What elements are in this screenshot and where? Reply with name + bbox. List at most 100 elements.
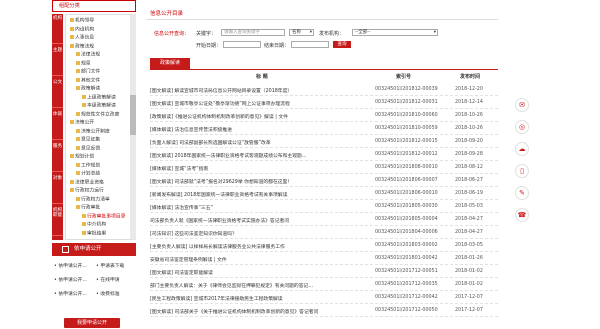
row-title[interactable]: [图文解读] 司法部关于《关于推进公证机构体制机制改革创新的意见》答记者问 xyxy=(150,308,372,315)
left-sidebar: 组配分类 机构 主题 公文 体裁 服务 对象 机构职能 机构领导 内设机构 人事信息 政策法规 法律… xyxy=(52,0,136,329)
tree-node[interactable]: 行政审批 xyxy=(76,205,100,211)
chat-icon[interactable]: ✎ xyxy=(515,186,529,200)
apply-button[interactable]: 我要申请公开 xyxy=(64,318,120,328)
search-button[interactable]: 查询 xyxy=(333,41,351,48)
row-title[interactable]: [图文解读] 宣城市敬亭公证处“敬亭渐功德”网上公证事项办理流程 xyxy=(150,100,372,107)
row-title[interactable]: [媒体解读] 法治宣传事“三五” xyxy=(150,204,372,211)
vtab-0[interactable]: 机构 xyxy=(52,14,63,44)
row-title[interactable]: [司法知识] 这些司法鉴定知识你知道吗？ xyxy=(150,230,372,237)
vtab-5[interactable]: 对象 xyxy=(52,174,63,204)
tree-node[interactable]: 法律职业资格 xyxy=(70,179,104,186)
table-row[interactable]: 部门主要负责人解读：关于《律师会见监狱在押罪犯规定》有关问题的答记… 003245… xyxy=(150,279,498,291)
tree-node[interactable]: 工作规划 xyxy=(76,162,100,169)
apply-link[interactable]: • 在线申请 xyxy=(96,276,120,286)
tree-node[interactable]: 内设机构 xyxy=(70,26,94,33)
row-title[interactable]: [图文解读] 解读宣城市司法局信息公开网站目录设置（2018年度） xyxy=(150,87,372,94)
tree-node[interactable]: 决策公开制度 xyxy=(76,128,110,135)
tree-node[interactable]: 法律法规 xyxy=(76,52,100,58)
end-date-input[interactable] xyxy=(291,41,329,48)
table-row[interactable]: [民生工程政策解读] 宣城市2017年法律援助民生工程政策解读 00324501l… xyxy=(150,292,498,304)
row-title[interactable]: 安徽省司法鉴定管理条例解读 | 文件 xyxy=(150,256,372,263)
row-date: 2018-12-14 xyxy=(455,100,483,105)
tree-node[interactable]: 规范性文件立改废 xyxy=(76,111,119,118)
tree-node[interactable]: 行政审批事项目录 xyxy=(82,213,125,220)
row-index: 00324501l/201812-00039 xyxy=(375,87,438,92)
table-row[interactable]: [图文解读] 司法部关于《关于推进公证机构体制机制改革创新的意见》答记者问 003… xyxy=(150,305,498,317)
row-title[interactable]: [新闻发布解读] 2018年国家统一法律职业资格考试有关事项解读 xyxy=(150,191,372,198)
tree-node[interactable]: 本级政策解读 xyxy=(82,103,116,109)
weibo-icon[interactable]: ◎ xyxy=(515,120,529,134)
row-index: 00324501l/201712-00051 xyxy=(375,269,438,274)
tree-node[interactable]: 规划计划 xyxy=(70,154,94,160)
start-date-input[interactable] xyxy=(223,41,261,48)
vtab-4[interactable]: 服务 xyxy=(52,142,63,172)
tree-node[interactable]: 意见征集 xyxy=(76,137,100,143)
table-row[interactable]: 司法部负责人就《国家统一法律职业资格考试实施办法》答记者问 00324501l/2… xyxy=(150,214,498,226)
mobile-icon[interactable]: ▯ xyxy=(515,164,529,178)
row-title[interactable]: [图文解读] 2018年国家统一法律职业资格考试客观题成绩公布和主观题… xyxy=(150,152,372,159)
row-index: 00324501l/201806-00010 xyxy=(375,191,438,196)
row-date: 2018-04-27 xyxy=(455,230,483,235)
table-row[interactable]: [负面人解读] 司法部副部长熊选国解读公证“放管服”改革 00324501l/20… xyxy=(150,136,498,148)
row-title[interactable]: 部门主要负责人解读：关于《律师会见监狱在押罪犯规定》有关问题的答记… xyxy=(150,282,372,289)
row-title[interactable]: [主要负责人解读] 以样样局长解读法律服务业公共法律服务工作 xyxy=(150,243,372,250)
org-select[interactable]: --全部-- xyxy=(352,29,438,36)
tree-node[interactable]: 其他文件 xyxy=(76,77,100,84)
tree-node[interactable]: 机构领导 xyxy=(70,18,94,24)
mail-icon[interactable]: ✉ xyxy=(515,98,529,112)
apply-link[interactable]: • 申请表下载 xyxy=(96,262,124,272)
tree-node[interactable]: 决策公开 xyxy=(70,120,94,126)
tree-node[interactable]: 意见反馈 xyxy=(76,145,100,152)
folder-icon xyxy=(70,154,74,158)
tree-node[interactable]: 政策解读 xyxy=(76,86,100,92)
tree-node[interactable]: 计划总结 xyxy=(76,171,100,177)
tree-node[interactable]: 部门文件 xyxy=(76,69,100,75)
vtab-1[interactable]: 主题 xyxy=(52,46,63,76)
row-title[interactable]: [媒体解读] 宣城“法考”指南 xyxy=(150,165,372,172)
table-row[interactable]: [政策解读]《推进公证机构体制机制改革创新的意见》解读 | 文件 00324501… xyxy=(150,110,498,122)
keyword-input[interactable]: 请输入查询关键字 xyxy=(221,29,285,36)
tree-scrollbar[interactable] xyxy=(130,95,136,135)
row-title[interactable]: [民生工程政策解读] 宣城市2017年法律援助民生工程政策解读 xyxy=(150,295,372,302)
vtab-2[interactable]: 公文 xyxy=(52,78,63,108)
apply-link[interactable]: • 依申请公开... xyxy=(54,276,87,286)
apply-link[interactable]: • 收费标准 xyxy=(96,290,120,300)
table-row[interactable]: [媒体解读] 宣城“法考”指南 00324501l/201808-00010 201… xyxy=(150,162,498,174)
table-row[interactable]: [司法知识] 这些司法鉴定知识你知道吗？ 00324501l/201804-000… xyxy=(150,227,498,239)
tree-node[interactable]: 规章 xyxy=(76,60,91,67)
table-row[interactable]: 安徽省司法鉴定管理条例解读 | 文件 00324501l/201801-00042… xyxy=(150,253,498,265)
tree-node[interactable]: 政策法规 xyxy=(70,43,94,50)
table-row[interactable]: [媒体解读] 法治信息宣传普法积极推进 00324501l/201810-0005… xyxy=(150,123,498,135)
row-title[interactable]: [政策解读]《推进公证机构体制机制改革创新的意见》解读 | 文件 xyxy=(150,113,372,120)
table-row[interactable]: [新闻发布解读] 2018年国家统一法律职业资格考试有关事项解读 00324501… xyxy=(150,188,498,200)
vtab-6[interactable]: 机构职能 xyxy=(52,206,63,236)
table-row[interactable]: [图文解读] 司法鉴定职能解读 00324501l/201712-00051 201… xyxy=(150,266,498,278)
tree-node[interactable]: 审批结果 xyxy=(82,230,106,237)
row-title[interactable]: [图文解读] 司法鉴定职能解读 xyxy=(150,269,372,276)
row-title[interactable]: 司法部负责人就《国家统一法律职业资格考试实施办法》答记者问 xyxy=(150,217,372,224)
table-row[interactable]: [主要负责人解读] 以样样局长解读法律服务业公共法律服务工作 00324501l/… xyxy=(150,240,498,252)
tree-node[interactable]: 行政权力清单 xyxy=(76,196,110,203)
table-row[interactable]: [图文解读] 解读宣城市司法局信息公开网站目录设置（2018年度） 0032450… xyxy=(150,84,498,96)
category-tree[interactable]: 机构领导内设机构人事信息政策法规法律法规规章部门文件其他文件政策解读上级政策解读… xyxy=(65,14,136,240)
tree-node[interactable]: 行政权力运行 xyxy=(70,188,104,194)
tree-node[interactable]: 人事信息 xyxy=(70,35,94,41)
table-row[interactable]: [媒体解读] 法治宣传事“三五” 00324501l/201805-00030 20… xyxy=(150,201,498,213)
wechat-icon[interactable]: ☁ xyxy=(515,142,529,156)
row-title[interactable]: [负面人解读] 司法部副部长熊选国解读公证“放管服”改革 xyxy=(150,139,372,146)
row-index: 00324501l/201806-00007 xyxy=(375,178,438,183)
apply-link[interactable]: • 依申请公开... xyxy=(54,262,87,272)
table-row[interactable]: [图文解读] 司法部就“法考”报名对29629举 你想知道的都在这里！ 00324… xyxy=(150,175,498,187)
tree-node[interactable]: 中介机构 xyxy=(82,222,106,228)
mode-select[interactable]: 名称 xyxy=(289,29,314,36)
row-title[interactable]: [图文解读] 司法部就“法考”报名对29629举 你想知道的都在这里！ xyxy=(150,178,372,185)
tree-node[interactable]: 上级政策解读 xyxy=(82,94,116,101)
document-icon xyxy=(62,246,69,253)
vtab-3[interactable]: 体裁 xyxy=(52,110,63,140)
tab-policy-interpretation[interactable]: 政策解读 xyxy=(150,58,190,69)
row-title[interactable]: [媒体解读] 法治信息宣传普法积极推进 xyxy=(150,126,372,133)
apply-link[interactable]: • 依申请公开... xyxy=(54,290,87,300)
table-row[interactable]: [图文解读] 2018年国家统一法律职业资格考试客观题成绩公布和主观题… 0032… xyxy=(150,149,498,161)
table-row[interactable]: [图文解读] 宣城市敬亭公证处“敬亭渐功德”网上公证事项办理流程 00324501… xyxy=(150,97,498,109)
service-icon[interactable]: ☎ xyxy=(515,208,529,222)
